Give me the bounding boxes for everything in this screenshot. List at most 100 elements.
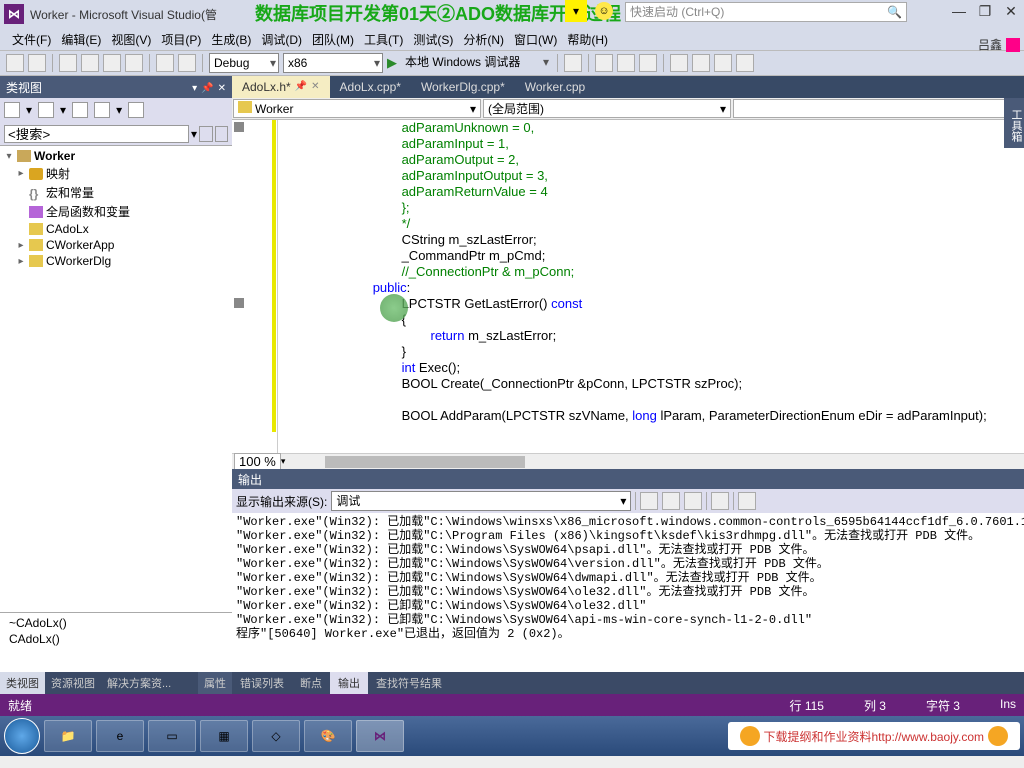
- panel-menu-icon[interactable]: ▾: [192, 83, 197, 94]
- tab-error-list[interactable]: 错误列表: [232, 672, 292, 694]
- menu-窗口(W)[interactable]: 窗口(W): [510, 29, 561, 50]
- menu-生成(B)[interactable]: 生成(B): [207, 29, 255, 50]
- tab-breakpoints[interactable]: 断点: [292, 672, 330, 694]
- nav-fwd-button[interactable]: [28, 54, 46, 72]
- new-folder-icon[interactable]: [4, 102, 20, 118]
- out-wrap-icon[interactable]: [738, 492, 756, 510]
- minimize-button[interactable]: —: [950, 3, 968, 21]
- user-name[interactable]: 吕鑫: [978, 36, 1002, 53]
- out-clear-icon[interactable]: [711, 492, 729, 510]
- member-item[interactable]: ~CAdoLx(): [9, 616, 67, 630]
- menu-视图(V)[interactable]: 视图(V): [107, 29, 155, 50]
- out-ico-3[interactable]: [684, 492, 702, 510]
- save-button[interactable]: [103, 54, 121, 72]
- config-combo[interactable]: Debug: [209, 53, 279, 73]
- platform-combo[interactable]: x86: [283, 53, 383, 73]
- tb-btn-5[interactable]: [670, 54, 688, 72]
- outline-toggle-icon[interactable]: [234, 298, 244, 308]
- maximize-button[interactable]: ❐: [976, 3, 994, 21]
- quick-launch-input[interactable]: 快速启动 (Ctrl+Q)🔍: [625, 2, 907, 22]
- menu-分析(N)[interactable]: 分析(N): [459, 29, 508, 50]
- nav-back-button[interactable]: [6, 54, 24, 72]
- tb-btn-8[interactable]: [736, 54, 754, 72]
- task-ie[interactable]: e: [96, 720, 144, 752]
- close-panel-icon[interactable]: ✕: [218, 83, 226, 94]
- tab-class-view[interactable]: 类视图: [0, 672, 45, 694]
- tb-btn-7[interactable]: [714, 54, 732, 72]
- title-bar: ⋈ Worker - Microsoft Visual Studio(管 数据库…: [0, 0, 1024, 28]
- member-item[interactable]: CAdoLx(): [9, 632, 60, 646]
- tab-properties[interactable]: 属性: [198, 672, 232, 694]
- search-go-icon[interactable]: [199, 126, 212, 142]
- menu-编辑(E)[interactable]: 编辑(E): [57, 29, 105, 50]
- member-combo[interactable]: (全局范围): [483, 99, 731, 118]
- menu-工具(T)[interactable]: 工具(T): [360, 29, 407, 50]
- menu-调试(D)[interactable]: 调试(D): [257, 29, 306, 50]
- out-ico-1[interactable]: [640, 492, 658, 510]
- code-editor[interactable]: adParamUnknown = 0, adParamInput = 1, ad…: [232, 120, 1024, 469]
- task-app1[interactable]: ▭: [148, 720, 196, 752]
- back-icon[interactable]: [38, 102, 54, 118]
- fwd-icon[interactable]: [72, 102, 88, 118]
- new-button[interactable]: [59, 54, 77, 72]
- tree-item[interactable]: CWorkerApp: [46, 238, 114, 252]
- outline-toggle-icon[interactable]: [234, 122, 244, 132]
- tab-find-symbol[interactable]: 查找符号结果: [368, 672, 450, 694]
- pin-icon[interactable]: 📌: [201, 83, 213, 94]
- redo-button[interactable]: [178, 54, 196, 72]
- tb-btn-6[interactable]: [692, 54, 710, 72]
- tb-btn-3[interactable]: [617, 54, 635, 72]
- output-text[interactable]: "Worker.exe"(Win32): 已加载"C:\Windows\wins…: [232, 513, 1024, 672]
- tab-resource-view[interactable]: 资源视图: [45, 672, 101, 694]
- zoom-combo[interactable]: 100 %: [234, 453, 281, 469]
- save-all-button[interactable]: [125, 54, 143, 72]
- task-explorer[interactable]: 📁: [44, 720, 92, 752]
- start-debug-button[interactable]: 本地 Windows 调试器: [401, 53, 551, 73]
- open-button[interactable]: [81, 54, 99, 72]
- feedback-smile-icon[interactable]: ☺: [595, 2, 613, 20]
- class-tree[interactable]: ▾Worker▸映射 {}宏和常量 全局函数和变量 CAdoLx▸CWorker…: [0, 146, 232, 612]
- horizontal-scrollbar[interactable]: 100 %▾: [232, 453, 1024, 469]
- start-orb-icon[interactable]: [4, 718, 40, 754]
- toolbox-tab[interactable]: 工具箱: [1004, 98, 1024, 148]
- menu-帮助(H)[interactable]: 帮助(H): [563, 29, 612, 50]
- menu-团队(M)[interactable]: 团队(M): [308, 29, 358, 50]
- tb-btn-2[interactable]: [595, 54, 613, 72]
- scope-combo[interactable]: Worker: [233, 99, 481, 118]
- menu-项目(P)[interactable]: 项目(P): [157, 29, 205, 50]
- file-tab[interactable]: AdoLx.cpp*: [330, 76, 411, 98]
- member-list[interactable]: ~CAdoLx() CAdoLx(): [0, 612, 232, 672]
- menu-测试(S)[interactable]: 测试(S): [409, 29, 457, 50]
- tree-item[interactable]: 宏和常量: [46, 184, 94, 201]
- close-button[interactable]: ✕: [1002, 3, 1020, 21]
- tab-output[interactable]: 输出: [330, 672, 368, 694]
- settings-icon[interactable]: [94, 102, 110, 118]
- tree-item[interactable]: CWorkerDlg: [46, 254, 111, 268]
- tree-item[interactable]: 映射: [46, 165, 70, 182]
- undo-button[interactable]: [156, 54, 174, 72]
- class-search-input[interactable]: [4, 125, 189, 143]
- menu-文件(F)[interactable]: 文件(F): [8, 29, 55, 50]
- file-tab[interactable]: AdoLx.h*📌✕: [232, 76, 330, 98]
- out-ico-2[interactable]: [662, 492, 680, 510]
- view-icon[interactable]: [128, 102, 144, 118]
- tb-btn-1[interactable]: [564, 54, 582, 72]
- close-tab-icon: ✕: [311, 76, 319, 98]
- footer-banner[interactable]: 下载提纲和作业资料http://www.baojy.com: [728, 722, 1021, 750]
- user-color-icon[interactable]: [1006, 38, 1020, 52]
- tree-item[interactable]: Worker: [34, 149, 75, 163]
- file-tab[interactable]: WorkerDlg.cpp*: [411, 76, 515, 98]
- task-app3[interactable]: ◇: [252, 720, 300, 752]
- tree-item[interactable]: CAdoLx: [46, 222, 89, 236]
- task-paint[interactable]: 🎨: [304, 720, 352, 752]
- task-vs[interactable]: ⋈: [356, 720, 404, 752]
- extra-combo[interactable]: [733, 99, 1024, 118]
- file-tab[interactable]: Worker.cpp: [515, 76, 595, 98]
- task-app2[interactable]: ▦: [200, 720, 248, 752]
- output-source-combo[interactable]: 调试: [331, 491, 631, 511]
- tab-solution-explorer[interactable]: 解决方案资...: [101, 672, 177, 694]
- cls-icon: [29, 255, 43, 267]
- tree-item[interactable]: 全局函数和变量: [46, 203, 130, 220]
- search-clear-icon[interactable]: [215, 126, 228, 142]
- tb-btn-4[interactable]: [639, 54, 657, 72]
